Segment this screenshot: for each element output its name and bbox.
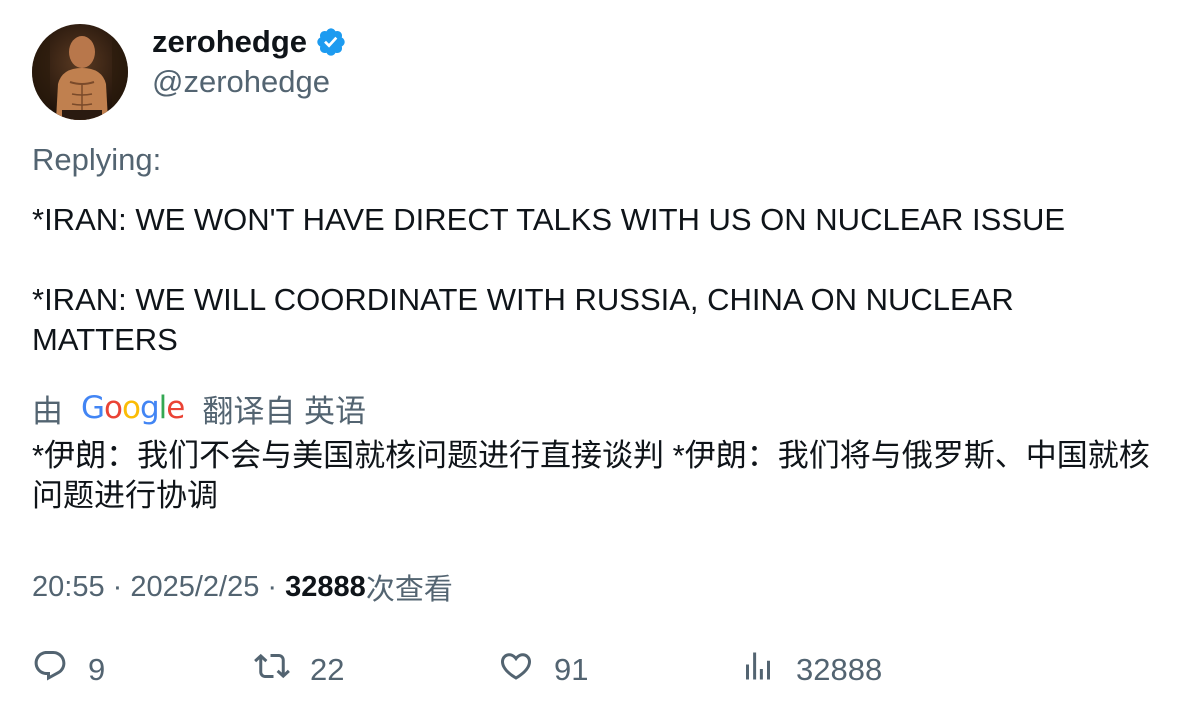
avatar[interactable] <box>32 24 128 120</box>
views-count: 32888 <box>285 570 366 603</box>
verified-badge-icon[interactable] <box>315 26 347 58</box>
translation-prefix: 由 <box>32 393 63 429</box>
google-logo-text: Google <box>81 390 185 426</box>
google-logo-letter: e <box>166 390 185 426</box>
google-logo-letter: o <box>122 390 141 426</box>
google-logo-letter: G <box>81 390 105 426</box>
handle[interactable]: @zerohedge <box>152 64 347 100</box>
user-names: zerohedge @zerohedge <box>152 24 347 100</box>
translated-text: *伊朗：我们不会与美国就核问题进行直接谈判 *伊朗：我们将与俄罗斯、中国就核问题… <box>32 438 1150 513</box>
views-icon <box>740 648 776 692</box>
tweet-header: zerohedge @zerohedge <box>32 24 347 120</box>
like-icon <box>498 648 534 692</box>
like-count: 91 <box>554 652 589 687</box>
meta-separator: · <box>259 570 286 603</box>
retweet-button[interactable]: 22 <box>254 648 344 692</box>
translation-suffix: 翻译自 英语 <box>202 393 366 429</box>
views-label: 次查看 <box>365 574 453 606</box>
like-button[interactable]: 91 <box>498 648 588 692</box>
tweet-date[interactable]: 2025/2/25 <box>130 571 259 604</box>
tweet-body-line: *IRAN: WE WILL COORDINATE WITH RUSSIA, C… <box>32 282 1014 357</box>
tweet-body-line: *IRAN: WE WON'T HAVE DIRECT TALKS WITH U… <box>32 202 1066 237</box>
action-bar: 9 22 91 32888 <box>32 648 1132 698</box>
reply-count: 9 <box>88 652 106 687</box>
google-logo-letter: l <box>158 390 168 426</box>
meta-separator: · <box>104 570 131 603</box>
retweet-count: 22 <box>310 652 345 687</box>
views-button[interactable]: 32888 <box>740 648 882 692</box>
display-name[interactable]: zerohedge <box>152 24 307 60</box>
retweet-icon <box>254 648 290 692</box>
display-name-row: zerohedge <box>152 24 347 60</box>
tweet-body: *IRAN: WE WON'T HAVE DIRECT TALKS WITH U… <box>32 200 1162 360</box>
reply-icon <box>32 648 68 692</box>
reply-button[interactable]: 9 <box>32 648 105 692</box>
google-logo-letter: o <box>104 390 123 426</box>
tweet-time[interactable]: 20:55 <box>32 571 105 604</box>
google-logo: Google <box>81 390 185 426</box>
views-action-count: 32888 <box>796 652 883 687</box>
tweet-meta: 20:55 · 2025/2/25 · 32888 次查看 <box>32 566 453 608</box>
translation-attribution: 由 Google 翻译自 英语 <box>32 386 366 430</box>
tweet: zerohedge @zerohedge Replying: *IRAN: WE… <box>0 0 1196 718</box>
google-logo-letter: g <box>139 390 160 426</box>
replying-label: Replying: <box>32 142 162 177</box>
